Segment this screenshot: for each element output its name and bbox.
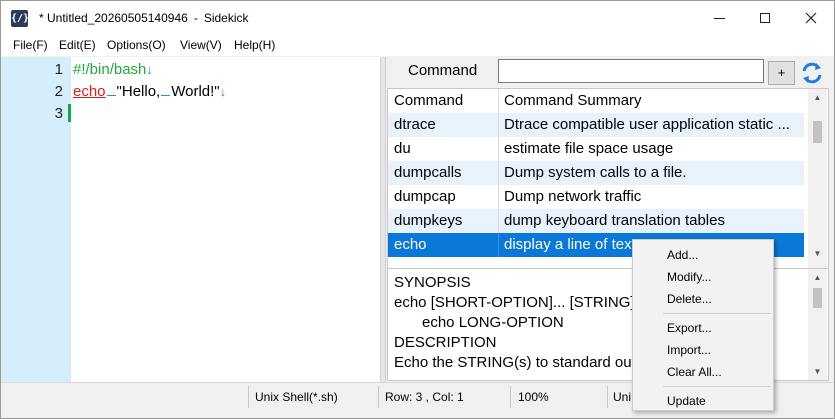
description-scrollbar[interactable]: ▲ ▼ bbox=[808, 269, 827, 380]
code-line-1[interactable]: #!/bin/bash↓ bbox=[73, 61, 153, 78]
menu-view[interactable]: View(V) bbox=[180, 38, 222, 52]
menu-item-add[interactable]: Add... bbox=[633, 244, 773, 266]
menu-item-delete[interactable]: Delete... bbox=[633, 288, 773, 310]
add-command-button[interactable]: + bbox=[768, 61, 795, 85]
minimize-button[interactable] bbox=[696, 1, 742, 35]
menu-item-clear-all[interactable]: Clear All... bbox=[633, 361, 773, 383]
line-number: 1 bbox=[54, 61, 63, 78]
command-summary: Dump system calls to a file. bbox=[504, 164, 687, 181]
command-name: dumpcap bbox=[394, 188, 456, 205]
app-name: Sidekick bbox=[203, 11, 249, 25]
column-header-summary[interactable]: Command Summary bbox=[504, 92, 800, 109]
code-line-2[interactable]: echo "Hello, World!"↓ bbox=[73, 83, 226, 100]
menu-edit[interactable]: Edit(E) bbox=[59, 38, 96, 52]
command-search-input[interactable] bbox=[498, 59, 764, 83]
table-row[interactable]: dtrace Dtrace compatible user applicatio… bbox=[388, 113, 804, 137]
string-part: World!" bbox=[171, 83, 220, 100]
maximize-icon bbox=[760, 13, 770, 23]
scroll-down-icon[interactable]: ▼ bbox=[808, 245, 827, 262]
context-menu: Add... Modify... Delete... Export... Imp… bbox=[632, 239, 774, 411]
menu-file[interactable]: File(F) bbox=[13, 38, 48, 52]
eol-marker: ↓ bbox=[219, 84, 227, 99]
command-name: echo bbox=[394, 236, 427, 253]
column-header-command[interactable]: Command bbox=[394, 92, 463, 109]
close-button[interactable] bbox=[788, 1, 834, 35]
scroll-up-icon[interactable]: ▲ bbox=[808, 89, 827, 106]
table-row[interactable]: dumpcalls Dump system calls to a file. bbox=[388, 161, 804, 185]
current-line-marker bbox=[68, 104, 71, 122]
scroll-thumb[interactable] bbox=[813, 121, 822, 143]
eol-marker: ↓ bbox=[146, 62, 153, 77]
line-number: 3 bbox=[54, 105, 63, 122]
window-title: * Untitled_20260505140946- Sidekick bbox=[39, 11, 249, 25]
shebang-text: #!/bin/bash bbox=[73, 61, 147, 78]
keyword-echo: echo bbox=[73, 83, 106, 100]
space-marker bbox=[161, 84, 171, 96]
title-bar: {/} * Untitled_20260505140946- Sidekick bbox=[1, 1, 834, 35]
description-line: echo LONG-OPTION bbox=[422, 314, 564, 331]
menu-item-export[interactable]: Export... bbox=[633, 317, 773, 339]
table-row[interactable]: dumpcap Dump network traffic bbox=[388, 185, 804, 209]
menu-item-modify[interactable]: Modify... bbox=[633, 266, 773, 288]
scroll-up-icon[interactable]: ▲ bbox=[808, 269, 827, 286]
refresh-icon[interactable] bbox=[799, 60, 825, 86]
title-separator: - bbox=[193, 11, 198, 25]
menu-help[interactable]: Help(H) bbox=[234, 38, 275, 52]
menu-bar: File(F) Edit(E) Options(O) View(V) Help(… bbox=[1, 35, 834, 56]
command-summary: estimate file space usage bbox=[504, 140, 674, 157]
code-editor[interactable]: 1 2 3 #!/bin/bash↓ echo "Hello, World!"↓ bbox=[1, 57, 380, 382]
command-summary: dump keyboard translation tables bbox=[504, 212, 725, 229]
command-summary: Dump network traffic bbox=[504, 188, 642, 205]
close-icon bbox=[805, 12, 817, 24]
table-header: Command Command Summary bbox=[388, 89, 804, 113]
maximize-button[interactable] bbox=[742, 1, 788, 35]
description-line: echo [SHORT-OPTION]... [STRING]... bbox=[394, 294, 648, 311]
document-title: * Untitled_20260505140946 bbox=[39, 11, 188, 25]
zoom-status[interactable]: 100% bbox=[518, 390, 549, 404]
table-row[interactable]: dumpkeys dump keyboard translation table… bbox=[388, 209, 804, 233]
space-marker bbox=[106, 84, 116, 96]
command-summary: Dtrace compatible user application stati… bbox=[504, 116, 790, 133]
menu-item-import[interactable]: Import... bbox=[633, 339, 773, 361]
string-part: "Hello, bbox=[116, 83, 161, 100]
line-number-gutter: 1 2 3 bbox=[1, 57, 71, 382]
scroll-down-icon[interactable]: ▼ bbox=[808, 363, 827, 380]
line-number: 2 bbox=[54, 83, 63, 100]
scroll-thumb[interactable] bbox=[813, 288, 822, 308]
encoding-status[interactable]: Uni bbox=[613, 390, 631, 404]
command-name: dumpkeys bbox=[394, 212, 463, 229]
language-status[interactable]: Unix Shell(*.sh) bbox=[255, 390, 338, 404]
description-line: SYNOPSIS bbox=[394, 274, 471, 291]
description-line: DESCRIPTION bbox=[394, 334, 497, 351]
command-label: Command bbox=[408, 62, 478, 79]
minimize-icon bbox=[713, 17, 725, 19]
cursor-position-status: Row: 3 , Col: 1 bbox=[385, 390, 464, 404]
command-name: du bbox=[394, 140, 411, 157]
command-name: dumpcalls bbox=[394, 164, 462, 181]
menu-item-update[interactable]: Update bbox=[633, 390, 773, 412]
app-logo-icon: {/} bbox=[11, 10, 29, 27]
description-line: Echo the STRING(s) to standard output. bbox=[394, 354, 661, 371]
table-row[interactable]: du estimate file space usage bbox=[388, 137, 804, 161]
command-name: dtrace bbox=[394, 116, 436, 133]
menu-options[interactable]: Options(O) bbox=[107, 38, 166, 52]
